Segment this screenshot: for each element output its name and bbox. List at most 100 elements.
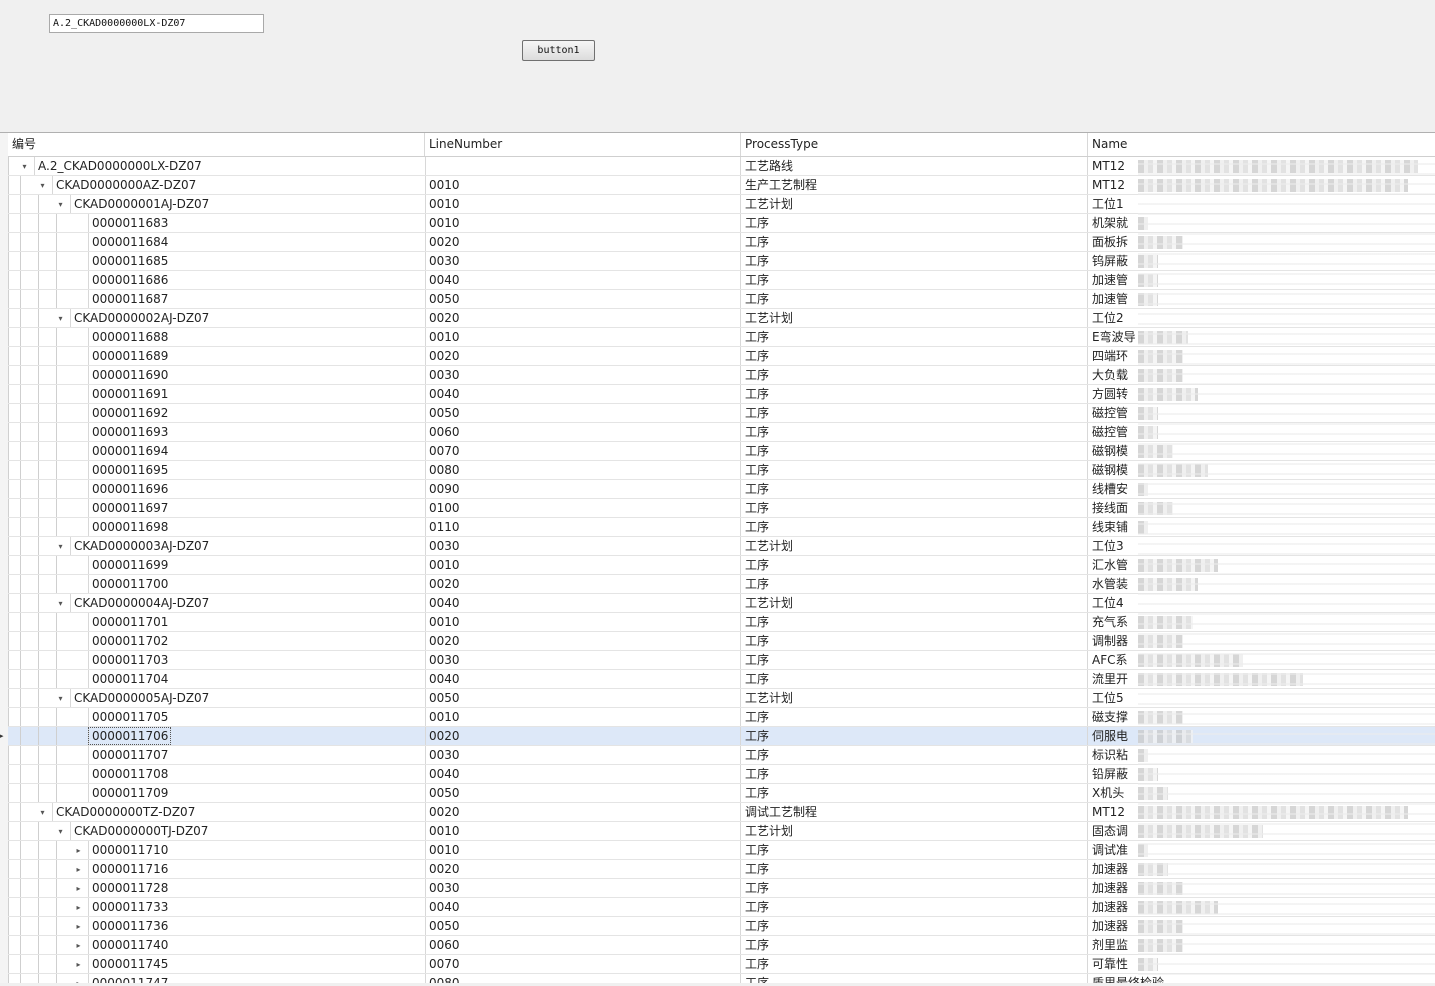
cell-name[interactable]: 面板拆 (1088, 233, 1435, 251)
cell-line-number[interactable]: 0020 (425, 727, 741, 745)
cell-name[interactable]: 质里最终检验 (1088, 974, 1435, 983)
cell-code[interactable]: 0000011703 (8, 651, 426, 669)
cell-line-number[interactable]: 0060 (425, 423, 741, 441)
cell-code[interactable]: ▾ A.2_CKAD0000000LX-DZ07 (8, 157, 426, 175)
cell-line-number[interactable]: 0010 (425, 708, 741, 726)
cell-name[interactable]: 流里开 (1088, 670, 1435, 688)
cell-name[interactable]: 剂里监 (1088, 936, 1435, 954)
cell-process-type[interactable]: 工序 (741, 347, 1088, 365)
cell-line-number[interactable]: 0010 (425, 822, 741, 840)
cell-process-type[interactable]: 工艺计划 (741, 822, 1088, 840)
cell-process-type[interactable]: 工序 (741, 442, 1088, 460)
collapse-chevron-icon[interactable]: ▾ (56, 200, 65, 209)
button1[interactable]: button1 (522, 40, 595, 61)
cell-process-type[interactable]: 工艺计划 (741, 594, 1088, 612)
cell-name[interactable]: 加速器 (1088, 898, 1435, 916)
cell-line-number[interactable]: 0020 (425, 347, 741, 365)
cell-name[interactable]: 磁支撑 (1088, 708, 1435, 726)
cell-name[interactable]: 机架就 (1088, 214, 1435, 232)
cell-line-number[interactable]: 0030 (425, 366, 741, 384)
table-row[interactable]: 0000011699 0010 工序 汇水管 (8, 556, 1435, 575)
table-row[interactable]: 0000011691 0040 工序 方圆转 (8, 385, 1435, 404)
cell-process-type[interactable]: 工艺路线 (741, 157, 1088, 175)
table-row[interactable]: 0000011698 0110 工序 线束铺 (8, 518, 1435, 537)
cell-line-number[interactable]: 0010 (425, 613, 741, 631)
cell-name[interactable]: MT12 (1088, 157, 1435, 175)
cell-line-number[interactable]: 0020 (425, 632, 741, 650)
cell-process-type[interactable]: 工序 (741, 727, 1088, 745)
cell-code[interactable]: 0000011686 (8, 271, 426, 289)
cell-process-type[interactable]: 工艺计划 (741, 689, 1088, 707)
cell-process-type[interactable]: 工序 (741, 955, 1088, 973)
table-row[interactable]: ▸ 0000011710 0010 工序 调试准 (8, 841, 1435, 860)
cell-line-number[interactable]: 0010 (425, 176, 741, 194)
collapse-chevron-icon[interactable]: ▾ (56, 827, 65, 836)
cell-process-type[interactable]: 工序 (741, 632, 1088, 650)
cell-code[interactable]: ▸ 0000011736 (8, 917, 426, 935)
header-line-number[interactable]: LineNumber (425, 133, 741, 156)
cell-code[interactable]: 0000011694 (8, 442, 426, 460)
cell-line-number[interactable]: 0030 (425, 252, 741, 270)
cell-line-number[interactable]: 0080 (425, 461, 741, 479)
cell-code[interactable]: 0000011698 (8, 518, 426, 536)
cell-code[interactable]: 0000011708 (8, 765, 426, 783)
cell-process-type[interactable]: 工序 (741, 328, 1088, 346)
cell-process-type[interactable]: 工序 (741, 499, 1088, 517)
header-code[interactable]: 编号 (8, 133, 425, 156)
cell-line-number[interactable]: 0060 (425, 936, 741, 954)
cell-line-number[interactable]: 0040 (425, 765, 741, 783)
collapse-chevron-icon[interactable]: ▾ (20, 162, 29, 171)
code-input[interactable] (49, 14, 264, 33)
cell-name[interactable]: 工位4 (1088, 594, 1435, 612)
cell-process-type[interactable]: 工序 (741, 708, 1088, 726)
cell-line-number[interactable]: 0090 (425, 480, 741, 498)
cell-process-type[interactable]: 工序 (741, 404, 1088, 422)
cell-code[interactable]: ▾ CKAD0000000TJ-DZ07 (8, 822, 426, 840)
cell-line-number[interactable]: 0010 (425, 556, 741, 574)
table-row[interactable]: ▾ CKAD0000000AZ-DZ07 0010 生产工艺制程 MT12 (8, 176, 1435, 195)
cell-process-type[interactable]: 工序 (741, 936, 1088, 954)
table-row[interactable]: 0000011694 0070 工序 磁钢模 (8, 442, 1435, 461)
cell-line-number[interactable]: 0010 (425, 195, 741, 213)
table-row[interactable]: ▾ A.2_CKAD0000000LX-DZ07 工艺路线 MT12 (8, 157, 1435, 176)
cell-name[interactable]: MT12 (1088, 803, 1435, 821)
expand-chevron-icon[interactable]: ▸ (74, 846, 83, 855)
table-row[interactable]: 0000011685 0030 工序 钨屏蔽 (8, 252, 1435, 271)
cell-name[interactable]: 线槽安 (1088, 480, 1435, 498)
cell-line-number[interactable]: 0070 (425, 442, 741, 460)
cell-process-type[interactable]: 工序 (741, 670, 1088, 688)
cell-name[interactable]: 充气系 (1088, 613, 1435, 631)
cell-process-type[interactable]: 工序 (741, 917, 1088, 935)
cell-code[interactable]: ▾ CKAD0000004AJ-DZ07 (8, 594, 426, 612)
expand-chevron-icon[interactable]: ▸ (74, 903, 83, 912)
cell-code[interactable]: 0000011685 (8, 252, 426, 270)
table-row[interactable]: ▸ 0000011740 0060 工序 剂里监 (8, 936, 1435, 955)
collapse-chevron-icon[interactable]: ▾ (38, 808, 47, 817)
cell-name[interactable]: 加速管 (1088, 271, 1435, 289)
cell-code[interactable]: 0000011702 (8, 632, 426, 650)
cell-name[interactable]: 四端环 (1088, 347, 1435, 365)
table-row[interactable]: ▸ 0000011745 0070 工序 可靠性 (8, 955, 1435, 974)
cell-line-number[interactable]: 0020 (425, 233, 741, 251)
cell-process-type[interactable]: 工序 (741, 898, 1088, 916)
cell-process-type[interactable]: 工序 (741, 214, 1088, 232)
cell-process-type[interactable]: 工序 (741, 480, 1088, 498)
table-row[interactable]: ▾ CKAD0000002AJ-DZ07 0020 工艺计划 工位2 (8, 309, 1435, 328)
cell-name[interactable]: 大负载 (1088, 366, 1435, 384)
table-row[interactable]: 0000011688 0010 工序 E弯波导 (8, 328, 1435, 347)
cell-line-number[interactable]: 0040 (425, 670, 741, 688)
expand-chevron-icon[interactable]: ▸ (74, 865, 83, 874)
cell-process-type[interactable]: 工艺计划 (741, 309, 1088, 327)
cell-name[interactable]: 接线面 (1088, 499, 1435, 517)
table-row[interactable]: 0000011703 0030 工序 AFC系 (8, 651, 1435, 670)
cell-code[interactable]: 0000011683 (8, 214, 426, 232)
cell-line-number[interactable]: 0100 (425, 499, 741, 517)
collapse-chevron-icon[interactable]: ▾ (56, 694, 65, 703)
cell-name[interactable]: X机头 (1088, 784, 1435, 802)
table-row[interactable]: ▾ CKAD0000000TJ-DZ07 0010 工艺计划 固态调 (8, 822, 1435, 841)
table-row[interactable]: 0000011705 0010 工序 磁支撑 (8, 708, 1435, 727)
cell-name[interactable]: 水管装 (1088, 575, 1435, 593)
table-row[interactable]: ▾ CKAD0000001AJ-DZ07 0010 工艺计划 工位1 (8, 195, 1435, 214)
cell-code[interactable]: 0000011690 (8, 366, 426, 384)
expand-chevron-icon[interactable]: ▸ (74, 941, 83, 950)
